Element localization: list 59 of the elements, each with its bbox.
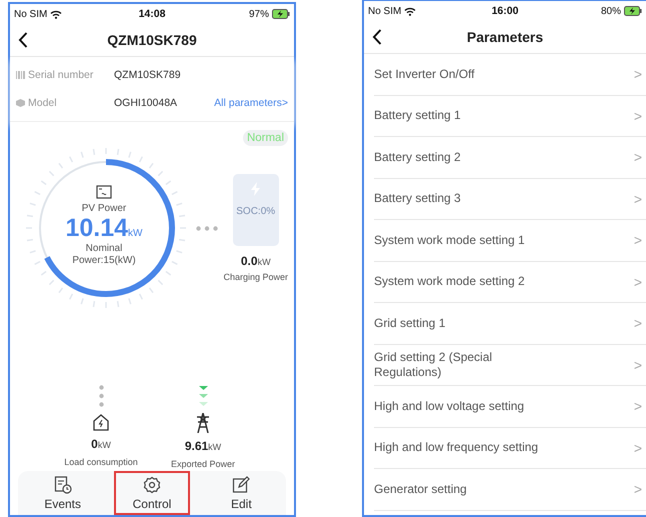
clock-time: 16:00: [492, 5, 518, 17]
wifi-icon: [50, 10, 62, 18]
barcode-icon: [16, 71, 25, 79]
tab-button[interactable]: Edit: [203, 471, 280, 515]
parameter-item[interactable]: Battery setting 3 >: [374, 178, 646, 220]
battery-charging-icon: [624, 6, 642, 16]
unit-label: kW: [258, 257, 271, 267]
battery-charging-icon: [272, 9, 290, 19]
parameter-item[interactable]: System work mode setting 2 >: [374, 262, 646, 303]
grid-power-value: 9.61: [184, 439, 208, 453]
screen-title: Parameters: [466, 29, 544, 45]
back-chevron-icon: [18, 32, 28, 48]
unit-label: kW: [128, 228, 142, 239]
all-parameters-link[interactable]: All parameters>: [214, 97, 288, 109]
back-chevron-icon: [372, 29, 382, 45]
parameter-item[interactable]: Generator setting >: [374, 469, 646, 510]
unit-label: kW: [208, 442, 222, 452]
parameter-item[interactable]: Grid setting 2 (Special Regulations) >: [374, 344, 646, 386]
screen-title: QZM10SK789: [107, 32, 197, 48]
field-label: Model: [28, 97, 58, 109]
carrier-label: No SIM: [368, 6, 402, 16]
parameter-item[interactable]: High and low frequency setting >: [374, 428, 646, 469]
parameter-item[interactable]: System work mode setting 1 >: [374, 220, 646, 262]
unit-label: kW: [98, 440, 111, 450]
parameter-item[interactable]: Set Inverter On/Off >: [374, 54, 646, 96]
edit-icon: [232, 476, 250, 494]
parameter-item[interactable]: Battery setting 2 >: [374, 137, 646, 178]
tab-button[interactable]: Control: [114, 471, 190, 515]
field-value: OGHI10048A: [114, 97, 178, 109]
wifi-icon: [404, 6, 416, 16]
inverter-icon: [96, 185, 112, 199]
parameter-item[interactable]: Battery setting 1 >: [374, 96, 646, 137]
settings-icon: [142, 476, 161, 494]
parameter-item[interactable]: Grid setting 1 >: [374, 303, 646, 344]
flow-dots-icon: [196, 226, 218, 230]
field-value: QZM10SK789: [114, 69, 182, 81]
battery-percent: 97%: [249, 8, 270, 20]
flow-arrows-icon: [198, 385, 208, 407]
cube-icon: [16, 99, 25, 107]
nominal-power-label: Nominal Power:15(kW): [71, 243, 137, 267]
flow-dots-icon: [98, 385, 104, 407]
house-icon: [92, 413, 110, 431]
charging-power-value: 0.0: [240, 254, 258, 268]
charging-power-label: Charging Power: [223, 272, 288, 282]
exported-power-label: Exported Power: [170, 459, 236, 469]
document-clock-icon: [54, 476, 72, 494]
battery-percent: 80%: [601, 6, 622, 16]
power-pylon-icon: [195, 413, 211, 433]
status-badge: Normal: [242, 130, 288, 146]
field-label: Serial number: [28, 69, 94, 81]
carrier-label: No SIM: [14, 8, 48, 20]
load-consumption-label: Load consumption: [64, 457, 138, 467]
pv-power-label: PV Power: [82, 203, 126, 214]
load-power-value: 0: [91, 437, 98, 451]
soc-label: SOC:0%: [236, 206, 276, 217]
pv-power-value: 10.14: [65, 214, 128, 243]
tab-button[interactable]: Events: [24, 471, 101, 515]
clock-time: 14:08: [138, 8, 166, 20]
parameter-item[interactable]: High and low voltage setting >: [374, 386, 646, 428]
